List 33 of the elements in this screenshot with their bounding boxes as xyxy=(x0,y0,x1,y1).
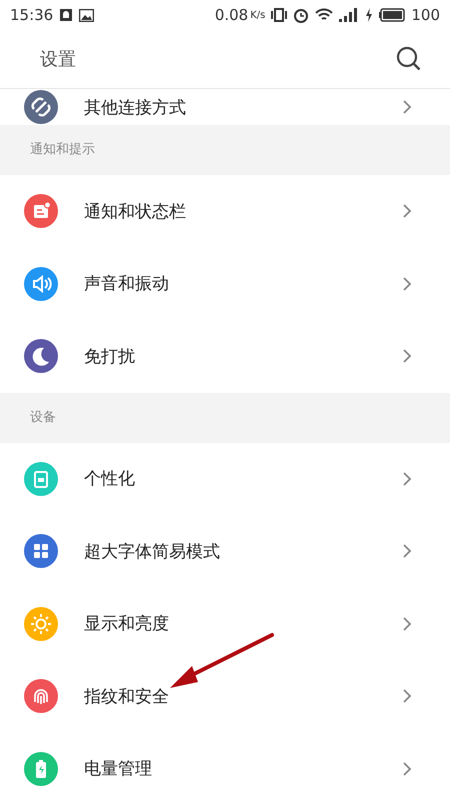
chevron-icon xyxy=(402,470,412,487)
search-icon[interactable] xyxy=(396,46,422,72)
settings-item[interactable]: 其他连接方式 xyxy=(0,89,450,125)
settings-item[interactable]: 声音和振动 xyxy=(0,248,450,320)
chevron-icon xyxy=(402,276,412,292)
chevron-icon xyxy=(402,543,412,560)
charging-icon xyxy=(365,8,374,22)
settings-item[interactable]: 显示和亮度 xyxy=(0,588,450,660)
settings-item[interactable]: 个性化 xyxy=(0,442,450,515)
battery-level: 100 xyxy=(411,6,440,24)
chevron-icon xyxy=(402,348,412,364)
settings-item[interactable]: 通知和状态栏 xyxy=(0,175,450,248)
chevron-icon xyxy=(402,616,412,632)
speed-unit: K/s xyxy=(250,10,266,20)
settings-item[interactable]: 免打扰 xyxy=(0,320,450,392)
network-speed: 0.08 xyxy=(214,6,248,24)
wifi-icon xyxy=(315,8,334,22)
alarm-icon xyxy=(293,7,310,23)
chevron-icon xyxy=(402,99,412,115)
image-icon xyxy=(79,8,94,22)
section-header: 通知和提示 xyxy=(0,125,450,175)
page-title: 设置 xyxy=(40,48,76,71)
signal-icon xyxy=(339,8,360,22)
settings-item[interactable]: 电量管理 xyxy=(0,732,450,800)
chevron-icon xyxy=(402,203,412,220)
section-header: 设备 xyxy=(0,392,450,442)
notification-icon xyxy=(59,8,74,22)
chevron-icon xyxy=(402,760,412,777)
status-time: 15:36 xyxy=(10,6,54,24)
chevron-icon xyxy=(402,688,412,704)
settings-item[interactable]: 超大字体简易模式 xyxy=(0,515,450,588)
vibrate-icon xyxy=(271,8,288,22)
battery-icon xyxy=(379,8,406,22)
